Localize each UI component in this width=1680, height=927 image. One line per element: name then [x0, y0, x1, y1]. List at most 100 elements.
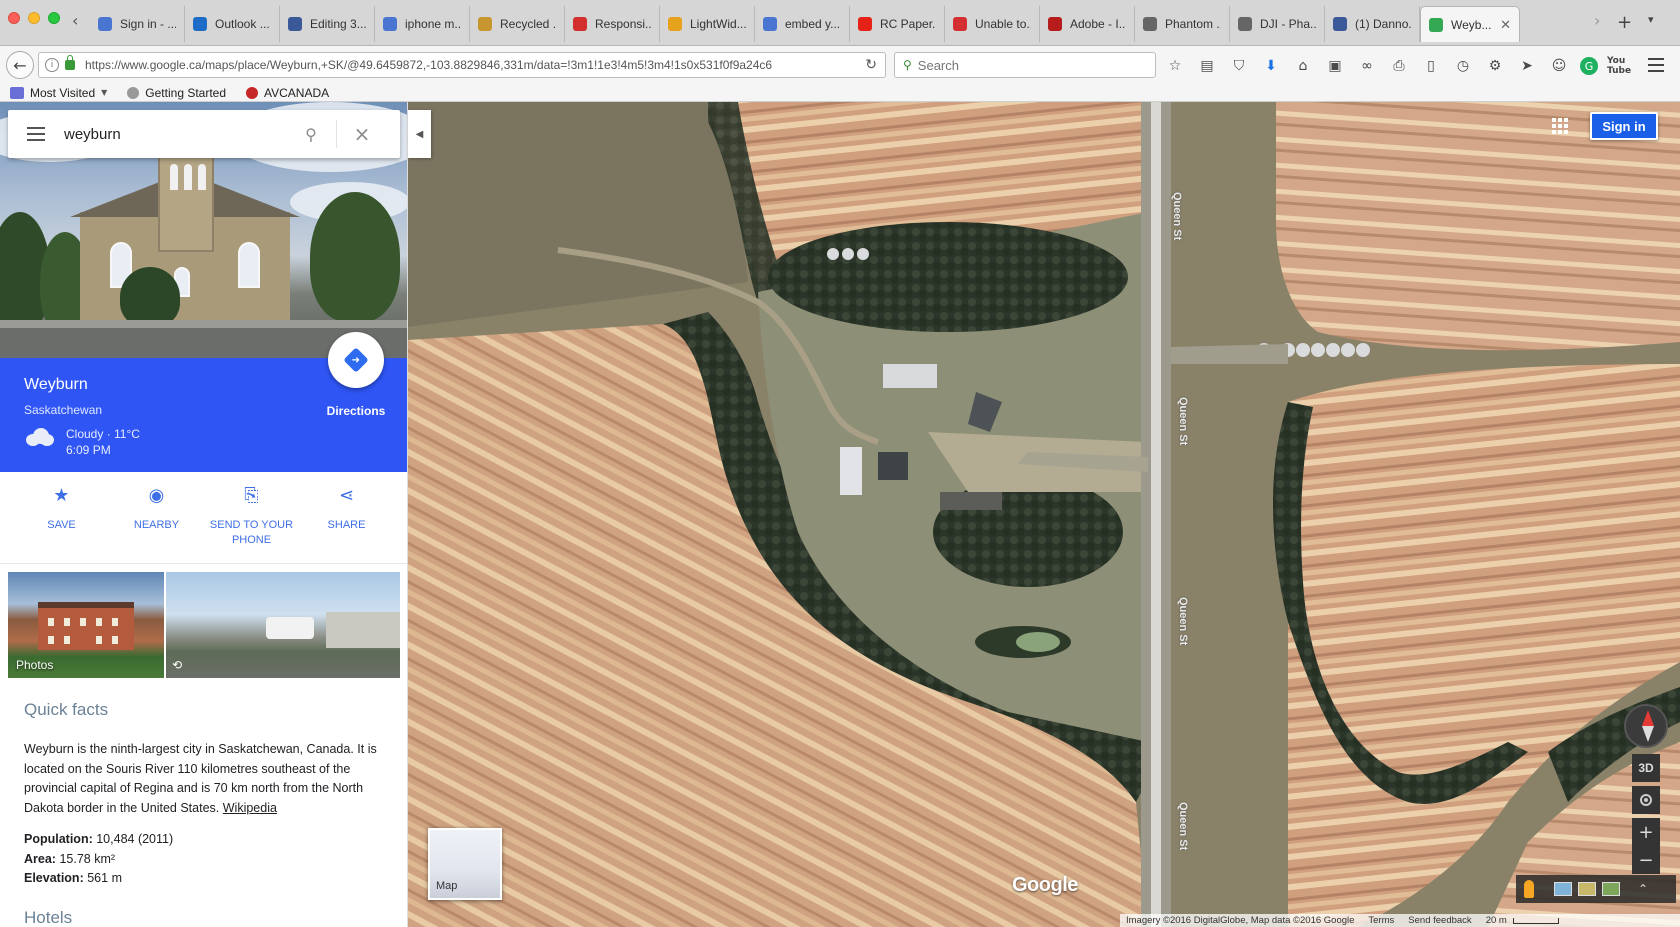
tab-label: RC Paper... — [880, 17, 936, 31]
tab-label: Phantom ... — [1165, 17, 1221, 31]
browser-tab[interactable]: Adobe - I... — [1040, 6, 1135, 42]
action-label: NEARBY — [133, 519, 180, 531]
browser-tab[interactable]: LightWid... — [660, 6, 755, 42]
send-icon[interactable]: ➤ — [1516, 56, 1538, 76]
directions-label[interactable]: Directions — [312, 404, 400, 418]
quick-facts-heading: Quick facts — [24, 700, 109, 719]
tab-scroll-left-icon[interactable]: ‹ — [72, 11, 78, 30]
bookmark-star-icon[interactable]: ☆ — [1164, 56, 1186, 76]
wikipedia-link[interactable]: Wikipedia — [223, 801, 277, 815]
bookmark-most-visited[interactable]: Most Visited ▼ — [10, 84, 107, 102]
screenshot-icon[interactable]: ▣ — [1324, 56, 1346, 76]
zoom-out-button[interactable]: − — [1632, 846, 1660, 874]
browser-tab[interactable]: Unable to... — [945, 6, 1040, 42]
browser-tab[interactable]: DJI - Pha... — [1230, 6, 1325, 42]
zoom-window-button[interactable] — [48, 12, 60, 24]
compass-icon[interactable] — [1624, 704, 1668, 748]
browser-tab[interactable]: (1) Danno... — [1325, 6, 1420, 42]
dji-tab-icon — [1143, 17, 1157, 31]
browser-tab[interactable]: Weyb... ✕ — [1420, 6, 1520, 42]
page-icon[interactable]: ▯ — [1420, 56, 1442, 76]
history-icon[interactable]: ◷ — [1452, 56, 1474, 76]
satellite-map[interactable]: Queen St Queen St Queen St Queen St Sign… — [408, 102, 1680, 927]
google-tab-icon — [763, 17, 777, 31]
send-feedback-link[interactable]: Send feedback — [1408, 915, 1471, 926]
browser-tab[interactable]: iphone m... — [375, 6, 470, 42]
search-engine-icon[interactable]: ⚲ — [903, 58, 912, 72]
bookmark-label: Most Visited — [30, 85, 96, 100]
zoom-in-button[interactable]: + — [1632, 818, 1660, 846]
youtube-icon[interactable]: You Tube — [1607, 56, 1631, 76]
browser-search-input[interactable] — [917, 57, 1118, 73]
tab-list-chevron-icon[interactable]: ▾ — [1648, 13, 1654, 26]
avcanada-icon — [246, 86, 259, 99]
minimize-window-button[interactable] — [28, 12, 40, 24]
browser-menu-icon[interactable] — [1648, 58, 1664, 72]
browser-tab[interactable]: Editing 3... — [280, 6, 375, 42]
home-icon[interactable]: ⌂ — [1292, 56, 1314, 76]
reading-list-icon[interactable]: ▤ — [1196, 56, 1218, 76]
mask-icon[interactable]: ∞ — [1356, 56, 1378, 76]
send-to-phone-button[interactable]: ⎘ SEND TO YOUR PHONE — [207, 487, 297, 563]
browser-tab[interactable]: Recycled ... — [470, 6, 565, 42]
site-info-icon[interactable]: i — [45, 58, 59, 72]
pocket-icon[interactable]: ⛉ — [1228, 56, 1250, 76]
browser-tab[interactable]: RC Paper... — [850, 6, 945, 42]
collapse-panel-button[interactable]: ◀ — [408, 110, 431, 158]
bookmark-avcanada[interactable]: AVCANADA — [246, 84, 329, 102]
browser-tab[interactable]: Phantom ... — [1135, 6, 1230, 42]
url-text[interactable]: https://www.google.ca/maps/place/Weyburn… — [85, 58, 772, 72]
scale-bar — [1512, 917, 1559, 924]
church-illustration — [70, 142, 300, 332]
close-icon[interactable]: × — [345, 122, 379, 146]
reload-icon[interactable]: ↻ — [865, 57, 877, 73]
search-icon[interactable]: ⚲ — [294, 125, 328, 144]
share-button[interactable]: ⋖ SHARE — [302, 487, 392, 563]
maps-search-input[interactable] — [64, 125, 294, 143]
pegman-icon[interactable] — [1524, 880, 1534, 898]
expand-chevron-icon[interactable]: ⌃ — [1638, 882, 1648, 896]
action-label: SAVE — [47, 519, 76, 531]
street-view-thumbnail[interactable]: ⟲ — [166, 572, 400, 678]
imagery-thumbnail[interactable] — [1554, 882, 1572, 896]
my-location-button[interactable] — [1632, 786, 1660, 814]
close-window-button[interactable] — [8, 12, 20, 24]
sign-in-button[interactable]: Sign in — [1590, 112, 1658, 140]
tab-label: embed y... — [785, 17, 841, 31]
browser-tab[interactable]: Responsi... — [565, 6, 660, 42]
smiley-icon[interactable]: ☺ — [1548, 56, 1570, 76]
browser-tab[interactable]: embed y... — [755, 6, 850, 42]
imagery-thumbnail[interactable] — [1578, 882, 1596, 896]
imagery-thumbnail[interactable] — [1602, 882, 1620, 896]
scale-label[interactable]: 20 m — [1486, 915, 1507, 926]
browser-tab[interactable]: Outlook ... — [185, 6, 280, 42]
directions-button[interactable]: ➜ — [328, 332, 384, 388]
close-tab-icon[interactable]: ✕ — [1500, 17, 1511, 33]
browser-search-bar[interactable]: ⚲ — [894, 52, 1156, 78]
photos-thumbnail[interactable]: Photos — [8, 572, 164, 678]
downloads-icon[interactable]: ⬇ — [1260, 56, 1282, 76]
map-layer-toggle[interactable]: Map — [428, 828, 502, 900]
tab-label: Sign in - ... — [120, 17, 176, 31]
tab-scroll-right-icon[interactable]: › — [1594, 11, 1600, 30]
tab-label: Unable to... — [975, 17, 1031, 31]
grammarly-icon[interactable]: G — [1580, 57, 1598, 75]
browser-tab[interactable]: Sign in - ... — [90, 6, 185, 42]
quick-facts-list: Population: 10,484 (2011) Area: 15.78 km… — [24, 830, 173, 889]
road-label-queen-st: Queen St — [1177, 397, 1189, 446]
settings-gear-icon[interactable]: ⚙ — [1484, 56, 1506, 76]
url-bar[interactable]: i https://www.google.ca/maps/place/Weybu… — [38, 52, 886, 78]
satellite-imagery[interactable] — [408, 102, 1680, 927]
globe-icon — [127, 86, 140, 99]
nearby-button[interactable]: ◉ NEARBY — [112, 487, 202, 563]
new-tab-button[interactable]: + — [1617, 12, 1632, 33]
google-apps-icon[interactable] — [1552, 118, 1568, 134]
menu-icon[interactable] — [8, 110, 64, 158]
back-button[interactable]: ← — [6, 51, 34, 79]
place-panel: Weyburn Saskatchewan Cloudy · 11°C 6:09 … — [0, 102, 408, 927]
save-button[interactable]: ★ SAVE — [17, 487, 107, 563]
bookmark-getting-started[interactable]: Getting Started — [127, 84, 226, 102]
print-icon[interactable]: ⎙ — [1388, 56, 1410, 76]
terms-link[interactable]: Terms — [1368, 915, 1394, 926]
tilt-3d-button[interactable]: 3D — [1632, 754, 1660, 782]
